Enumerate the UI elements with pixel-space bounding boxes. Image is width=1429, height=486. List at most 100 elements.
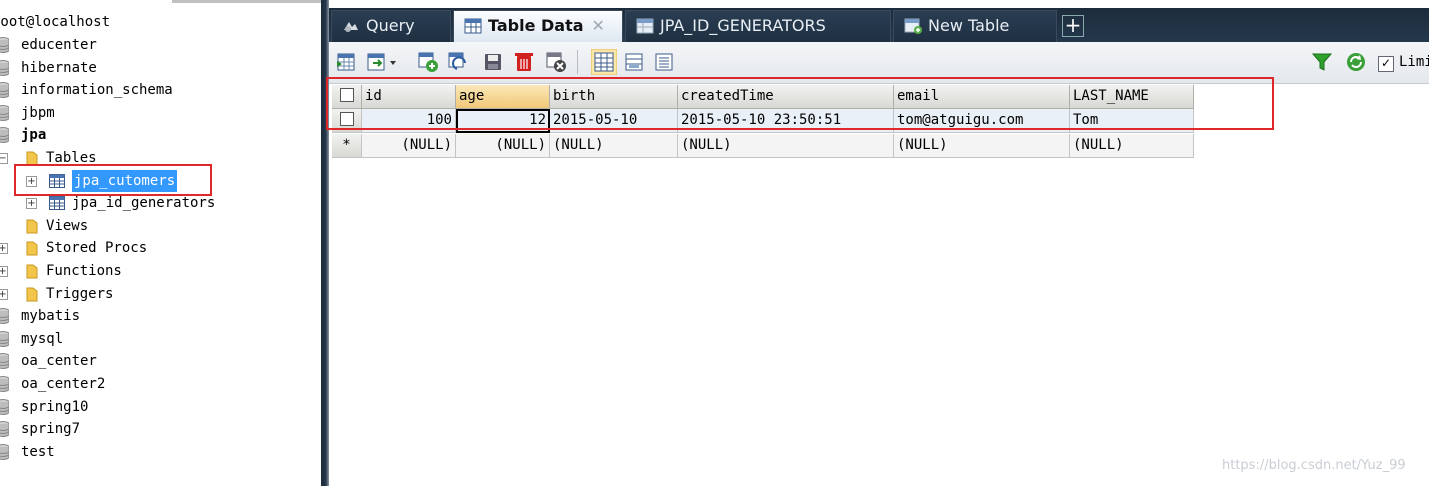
database-icon <box>0 399 9 415</box>
tab-new-table[interactable]: New Table <box>893 10 1057 42</box>
expand-icon[interactable]: + <box>0 266 8 277</box>
tree-database-oa_center[interactable]: oa_center <box>0 350 322 372</box>
tree-database-jpa[interactable]: jpa <box>0 124 322 146</box>
select-all-checkbox[interactable] <box>332 85 362 109</box>
tree-database-spring10[interactable]: spring10 <box>0 396 322 418</box>
database-icon <box>0 127 9 143</box>
tree-database-test[interactable]: test <box>0 441 322 463</box>
row-checkbox[interactable] <box>332 109 362 133</box>
cell-null-last-name[interactable]: (NULL) <box>1070 134 1194 158</box>
column-header-createdtime[interactable]: createdTime <box>678 85 894 109</box>
insert-row-icon[interactable] <box>335 51 357 73</box>
tree-table-jpa-id-generators[interactable]: + jpa_id_generators <box>0 192 322 214</box>
main-panel: Query Table Data ✕ JPA_ID_GENERATORS New… <box>326 0 1429 486</box>
tree-item-label: jbpm <box>21 105 55 121</box>
grid-header-row: id age birth createdTime email LAST_NAME <box>332 85 1194 109</box>
tree-folder-functions[interactable]: + Functions <box>0 260 322 282</box>
cell-last-name[interactable]: Tom <box>1070 109 1194 133</box>
cell-id[interactable]: 100 <box>362 109 456 133</box>
tab-query-label: Query <box>366 16 415 35</box>
tree-item-label: spring10 <box>21 399 89 415</box>
tree-item-label: mybatis <box>21 308 81 324</box>
database-icon <box>0 376 9 392</box>
refresh-rows-icon[interactable] <box>447 51 469 73</box>
checkbox-icon[interactable] <box>339 88 354 102</box>
object-browser-tree: root@localhost educenter hibernate infor… <box>0 0 322 486</box>
tab-query[interactable]: Query <box>331 10 451 42</box>
toolbar-separator <box>577 50 578 74</box>
add-tab-button[interactable]: + <box>1062 15 1084 37</box>
tab-jpa-id-generators[interactable]: JPA_ID_GENERATORS <box>625 10 891 42</box>
database-icon <box>0 37 9 53</box>
tree-database-hibernate[interactable]: hibernate <box>0 57 322 79</box>
expand-icon[interactable]: + <box>26 176 37 187</box>
text-view-icon[interactable] <box>653 51 675 73</box>
checkbox-icon[interactable] <box>339 112 354 126</box>
tree-database-educenter[interactable]: educenter <box>0 34 322 56</box>
tree-folder-stored-procs[interactable]: + Stored Procs <box>0 237 322 259</box>
expand-icon[interactable]: + <box>0 289 8 300</box>
tab-table-data-label: Table Data <box>488 16 584 35</box>
grid-view-icon[interactable] <box>591 49 617 75</box>
tree-database-jbpm[interactable]: jbpm <box>0 102 322 124</box>
folder-icon <box>26 241 38 256</box>
tree-root-label: root@localhost <box>0 14 111 30</box>
tree-database-mybatis[interactable]: mybatis <box>0 305 322 327</box>
table-icon <box>464 18 482 34</box>
cancel-changes-icon[interactable] <box>545 51 567 73</box>
duplicate-row-icon[interactable] <box>417 51 439 73</box>
save-icon[interactable] <box>482 51 504 73</box>
tree-database-spring7[interactable]: spring7 <box>0 418 322 440</box>
new-table-icon <box>904 18 922 34</box>
cell-email[interactable]: tom@atguigu.com <box>894 109 1070 133</box>
tree-database-information_schema[interactable]: information_schema <box>0 79 322 101</box>
form-view-icon[interactable] <box>623 51 645 73</box>
tab-jpa-id-generators-label: JPA_ID_GENERATORS <box>660 16 826 35</box>
tree-folder-triggers[interactable]: + Triggers <box>0 283 322 305</box>
table-row: 100 12 2015-05-10 2015-05-10 23:50:51 tom@at… <box>332 109 1194 133</box>
delete-icon[interactable] <box>513 51 535 73</box>
tree-item-label: educenter <box>21 37 97 53</box>
database-icon <box>0 105 9 121</box>
cell-age[interactable]: 12 <box>456 109 550 133</box>
expand-icon[interactable]: + <box>26 198 37 209</box>
export-dropdown-icon[interactable] <box>365 51 401 73</box>
column-header-email[interactable]: email <box>894 85 1070 109</box>
folder-icon <box>26 151 38 166</box>
cell-null-id[interactable]: (NULL) <box>362 134 456 158</box>
tree-item-label: jpa_cutomers <box>72 170 178 192</box>
column-header-id[interactable]: id <box>362 85 456 109</box>
tree-database-oa_center2[interactable]: oa_center2 <box>0 373 322 395</box>
tree-item-label: test <box>21 444 55 460</box>
cell-createdtime[interactable]: 2015-05-10 23:50:51 <box>678 109 894 133</box>
collapse-icon[interactable]: − <box>0 153 8 164</box>
column-header-age[interactable]: age <box>456 85 550 109</box>
cell-null-createdtime[interactable]: (NULL) <box>678 134 894 158</box>
tree-root-connection[interactable]: root@localhost <box>0 11 110 33</box>
cell-null-age[interactable]: (NULL) <box>456 134 550 158</box>
tree-item-label: Stored Procs <box>46 240 148 256</box>
folder-icon <box>26 287 38 302</box>
cell-null-email[interactable]: (NULL) <box>894 134 1070 158</box>
tree-item-label: Functions <box>46 263 122 279</box>
tab-table-data[interactable]: Table Data ✕ <box>453 10 623 42</box>
tree-item-label: oa_center2 <box>21 376 106 392</box>
cell-birth[interactable]: 2015-05-10 <box>550 109 678 133</box>
tree-database-mysql[interactable]: mysql <box>0 328 322 350</box>
expand-icon[interactable]: + <box>0 243 8 254</box>
cell-null-birth[interactable]: (NULL) <box>550 134 678 158</box>
filter-icon[interactable] <box>1311 51 1333 73</box>
table-icon <box>49 174 65 188</box>
refresh-icon[interactable] <box>1345 51 1367 73</box>
tree-table-jpa-cutomers[interactable]: + jpa_cutomers <box>0 170 322 192</box>
panel-splitter[interactable] <box>321 0 329 486</box>
tree-item-label: jpa_id_generators <box>72 195 216 211</box>
limit-checkbox[interactable]: ✓ <box>1378 56 1394 72</box>
tab-close-icon[interactable]: ✕ <box>592 16 605 35</box>
database-icon <box>0 82 9 98</box>
tree-folder-views[interactable]: Views <box>0 215 322 237</box>
table-icon <box>49 196 65 210</box>
column-header-birth[interactable]: birth <box>550 85 678 109</box>
tree-folder-tables[interactable]: − Tables <box>0 147 322 169</box>
column-header-last-name[interactable]: LAST_NAME <box>1070 85 1194 109</box>
